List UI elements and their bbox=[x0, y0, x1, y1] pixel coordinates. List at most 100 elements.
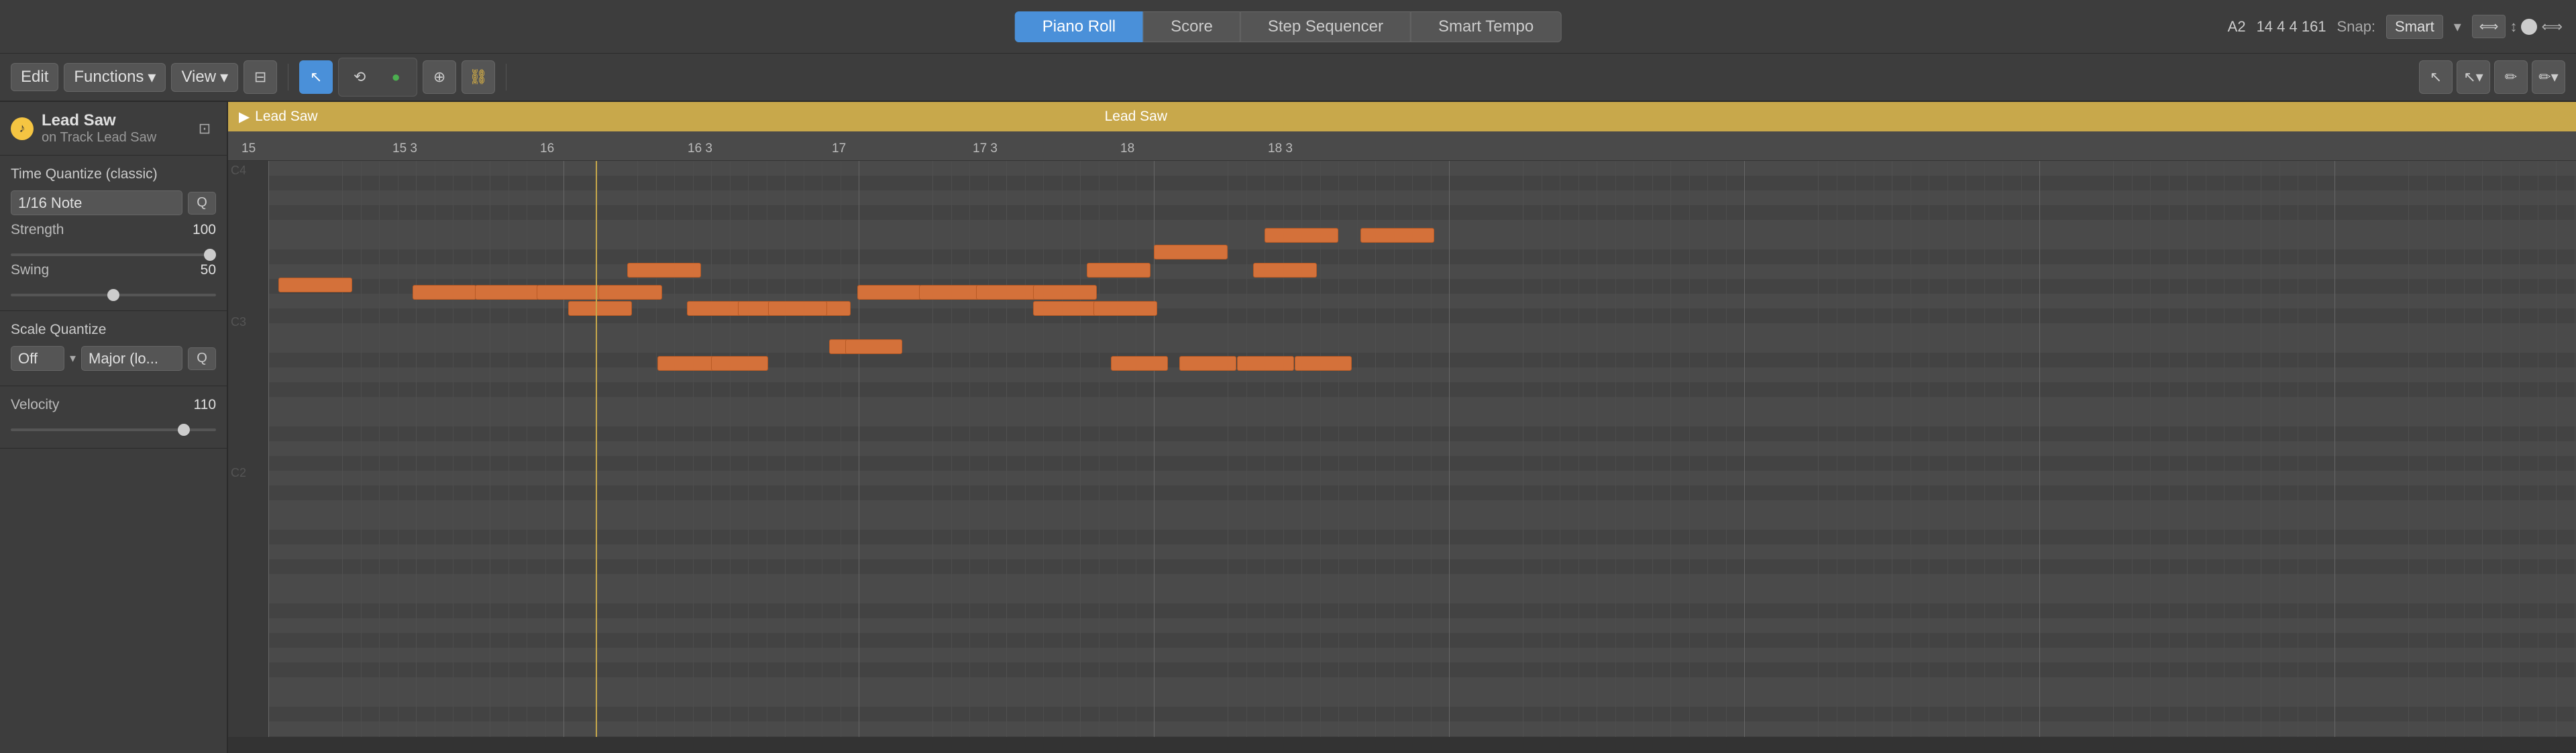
strength-slider[interactable] bbox=[11, 253, 216, 256]
sub-line bbox=[951, 161, 952, 737]
sub-line bbox=[1338, 161, 1339, 737]
link-tool[interactable]: ⛓ bbox=[462, 60, 495, 94]
arrow-tool[interactable]: ↖ bbox=[2419, 60, 2453, 94]
toggle-icon-2[interactable]: ↕ bbox=[2510, 18, 2517, 36]
sub-line bbox=[1062, 161, 1063, 737]
snap-value[interactable]: Smart bbox=[2386, 15, 2443, 39]
ruler-mark-18: 18 bbox=[1120, 141, 1134, 156]
swing-slider[interactable] bbox=[11, 294, 216, 296]
scrollbar-area[interactable] bbox=[228, 737, 2576, 753]
tab-bar: Piano Roll Score Step Sequencer Smart Te… bbox=[1015, 11, 1562, 42]
midi-note[interactable] bbox=[1111, 356, 1168, 371]
edit-menu[interactable]: Edit bbox=[11, 63, 58, 91]
sub-line bbox=[1117, 161, 1118, 737]
midi-note[interactable] bbox=[278, 278, 352, 292]
midi-note[interactable] bbox=[857, 285, 921, 300]
eraser-tool[interactable]: ✏ bbox=[2494, 60, 2528, 94]
note-value-select[interactable]: 1/16 Note bbox=[11, 190, 182, 215]
sub-line bbox=[361, 161, 362, 737]
midi-note[interactable] bbox=[1093, 301, 1157, 316]
midi-note[interactable] bbox=[845, 339, 902, 354]
scale-value-select[interactable]: Major (lo... bbox=[81, 346, 182, 371]
bar-line bbox=[2039, 161, 2040, 737]
tab-step-sequencer[interactable]: Step Sequencer bbox=[1240, 11, 1411, 42]
midi-note[interactable] bbox=[598, 285, 662, 300]
midi-note[interactable] bbox=[475, 285, 539, 300]
midi-note[interactable] bbox=[1087, 263, 1150, 278]
toggle-icon-1[interactable]: ⟺ bbox=[2472, 15, 2506, 38]
collapse-button[interactable]: ⊟ bbox=[244, 60, 277, 94]
pointer-tool[interactable]: ↖ bbox=[299, 60, 333, 94]
tab-score[interactable]: Score bbox=[1143, 11, 1240, 42]
bar-line bbox=[1744, 161, 1745, 737]
sub-line bbox=[1633, 161, 1634, 737]
time-sig-display: 14 4 4 161 bbox=[2257, 18, 2326, 36]
midi-note[interactable] bbox=[1179, 356, 1236, 371]
midi-note[interactable] bbox=[657, 356, 714, 371]
midi-note[interactable] bbox=[919, 285, 983, 300]
midi-note[interactable] bbox=[627, 263, 701, 278]
cycle-record-tool[interactable]: ⟲ bbox=[343, 60, 376, 94]
region-bar: ▶ Lead Saw Lead Saw bbox=[228, 102, 2576, 131]
piano-roll-area: ▶ Lead Saw Lead Saw 15 15 3 16 16 3 17 1… bbox=[228, 102, 2576, 753]
midi-note[interactable] bbox=[1033, 301, 1097, 316]
arrow-drop-tool[interactable]: ↖▾ bbox=[2457, 60, 2490, 94]
green-tool[interactable]: ● bbox=[379, 60, 413, 94]
midi-note[interactable] bbox=[568, 301, 632, 316]
strength-value: 100 bbox=[193, 222, 216, 238]
quantize-title: Time Quantize (classic) bbox=[11, 166, 216, 182]
velocity-slider[interactable] bbox=[11, 428, 216, 431]
resize-icon: ⊡ bbox=[199, 120, 211, 137]
toolbar-right: A2 14 4 4 161 Snap: Smart ▾ ⟺ ↕ ⟺ bbox=[2228, 15, 2563, 39]
midi-note[interactable] bbox=[1154, 245, 1228, 259]
ruler-mark-15-3: 15 3 bbox=[392, 141, 417, 156]
toolbar-right-icons: ⟺ ↕ ⟺ bbox=[2472, 15, 2563, 38]
grid-row bbox=[268, 618, 2576, 633]
quantize-button[interactable]: Q bbox=[188, 192, 216, 215]
functions-label: Functions bbox=[74, 68, 144, 86]
tab-piano-roll[interactable]: Piano Roll bbox=[1015, 11, 1143, 42]
piano-keys: C4 C3 C2 bbox=[228, 161, 268, 737]
midi-note[interactable] bbox=[687, 301, 746, 316]
grid-row bbox=[268, 264, 2576, 279]
midi-note[interactable] bbox=[1237, 356, 1294, 371]
functions-menu[interactable]: Functions ▾ bbox=[64, 63, 166, 92]
sub-line bbox=[2501, 161, 2502, 737]
sub-line bbox=[988, 161, 989, 737]
midi-note[interactable] bbox=[1033, 285, 1097, 300]
tool-group-1: ⟲ ● bbox=[338, 58, 417, 97]
green-icon: ● bbox=[391, 68, 400, 86]
midi-note[interactable] bbox=[1295, 356, 1352, 371]
scale-off-select[interactable]: Off bbox=[11, 346, 64, 371]
midi-note[interactable] bbox=[976, 285, 1040, 300]
velocity-section: Velocity 110 bbox=[0, 386, 227, 449]
sub-line bbox=[1431, 161, 1432, 737]
view-menu[interactable]: View ▾ bbox=[171, 63, 238, 92]
midi-note[interactable] bbox=[768, 301, 827, 316]
beat-line bbox=[1818, 161, 1819, 737]
snap-chevron-icon[interactable]: ▾ bbox=[2454, 18, 2461, 36]
sub-line bbox=[508, 161, 509, 737]
sub-line bbox=[1707, 161, 1708, 737]
midi-note[interactable] bbox=[1265, 228, 1338, 243]
link-toggle[interactable]: ⟺ bbox=[2541, 18, 2563, 36]
midi-note[interactable] bbox=[711, 356, 768, 371]
beat-line bbox=[785, 161, 786, 737]
midi-note[interactable] bbox=[413, 285, 476, 300]
track-resize-icon[interactable]: ⊡ bbox=[193, 117, 216, 140]
sub-line bbox=[2021, 161, 2022, 737]
scale-quantize-row: Off ▾ Major (lo... Q bbox=[11, 346, 216, 371]
sub-line bbox=[2132, 161, 2133, 737]
eraser-drop-tool[interactable]: ✏▾ bbox=[2532, 60, 2565, 94]
transform-tool[interactable]: ⊕ bbox=[423, 60, 456, 94]
midi-note[interactable] bbox=[1360, 228, 1434, 243]
keys-container: C4 C3 C2 bbox=[228, 161, 268, 737]
note-grid[interactable] bbox=[268, 161, 2576, 737]
midi-note[interactable] bbox=[537, 285, 600, 300]
grid-row bbox=[268, 353, 2576, 367]
tab-smart-tempo[interactable]: Smart Tempo bbox=[1411, 11, 1561, 42]
c2-label: C2 bbox=[231, 466, 246, 480]
scale-quantize-button[interactable]: Q bbox=[188, 347, 216, 370]
midi-note[interactable] bbox=[1253, 263, 1317, 278]
beat-line bbox=[1080, 161, 1081, 737]
